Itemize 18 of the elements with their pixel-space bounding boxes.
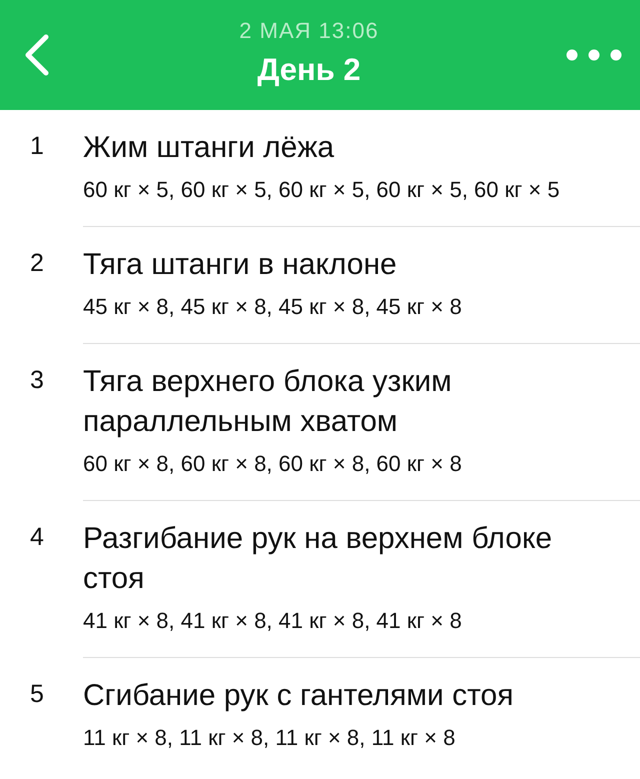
exercise-number: 3	[30, 365, 45, 396]
screen-title: День 2	[257, 52, 361, 88]
exercise-sets: 11 кг × 8, 11 кг × 8, 11 кг × 8, 11 кг × 8	[83, 724, 456, 752]
exercise-sets: 60 кг × 8, 60 кг × 8, 60 кг × 8, 60 кг × 8	[83, 450, 463, 478]
exercise-sets: 60 кг × 5, 60 кг × 5, 60 кг × 5, 60 кг × 5, 60 кг × 5	[83, 176, 561, 204]
exercise-number: 5	[30, 679, 45, 710]
exercise-sets: 41 кг × 8, 41 кг × 8, 41 кг × 8, 41 кг × 8	[83, 607, 463, 635]
exercise-name[interactable]: Жим штанги лёжа	[83, 128, 610, 168]
more-icon[interactable]	[566, 49, 622, 61]
exercise-sets: 45 кг × 8, 45 кг × 8, 45 кг × 8, 45 кг × 8	[83, 293, 463, 321]
exercise-number: 4	[30, 522, 45, 553]
exercise-number: 1	[30, 131, 45, 162]
exercise-name[interactable]: Сгибание рук с гантелями стоя	[83, 676, 610, 716]
date-time: 2 МАЯ 13:06	[239, 18, 379, 44]
exercise-name[interactable]: Тяга верхнего блока узким параллельным хватом	[83, 362, 610, 442]
exercise-number: 2	[30, 248, 45, 279]
exercise-name[interactable]: Разгибание рук на верхнем блоке стоя	[83, 519, 610, 599]
exercise-name[interactable]: Тяга штанги в наклоне	[83, 245, 610, 285]
